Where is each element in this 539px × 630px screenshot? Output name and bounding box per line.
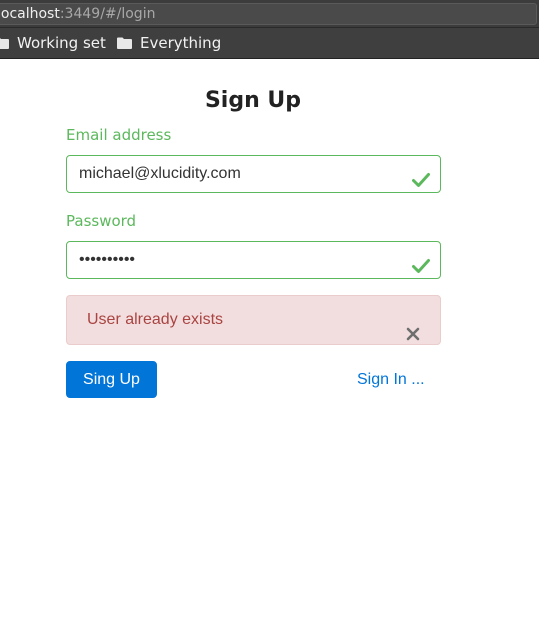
bookmark-label: Everything — [140, 34, 222, 52]
sign-in-link[interactable]: Sign In ... — [357, 361, 425, 398]
error-alert: User already exists — [66, 295, 441, 345]
sign-up-button[interactable]: Sing Up — [66, 361, 157, 398]
password-field[interactable]: •••••••••• — [66, 241, 441, 279]
bookmarks-bar: Working set Everything — [0, 28, 539, 59]
bookmark-working-set[interactable]: Working set — [0, 28, 106, 58]
checkmark-icon — [412, 252, 430, 273]
email-value: michael@xlucidity.com — [79, 165, 241, 182]
url-input[interactable]: localhost:3449/#/login — [0, 3, 537, 25]
email-label: Email address — [66, 126, 172, 144]
close-icon[interactable] — [406, 313, 420, 341]
url-path: :3449/#/login — [59, 6, 156, 22]
folder-icon — [0, 37, 9, 49]
password-value: •••••••••• — [79, 251, 136, 268]
folder-icon — [117, 37, 132, 49]
browser-address-bar: localhost:3449/#/login — [0, 0, 539, 28]
bookmark-label: Working set — [17, 34, 106, 52]
url-host: localhost — [0, 6, 60, 22]
error-message: User already exists — [87, 311, 224, 328]
checkmark-icon — [412, 166, 430, 187]
page-title: Sign Up — [204, 88, 302, 113]
password-label: Password — [66, 212, 137, 230]
email-field[interactable]: michael@xlucidity.com — [66, 155, 441, 193]
bookmark-everything[interactable]: Everything — [117, 28, 221, 58]
